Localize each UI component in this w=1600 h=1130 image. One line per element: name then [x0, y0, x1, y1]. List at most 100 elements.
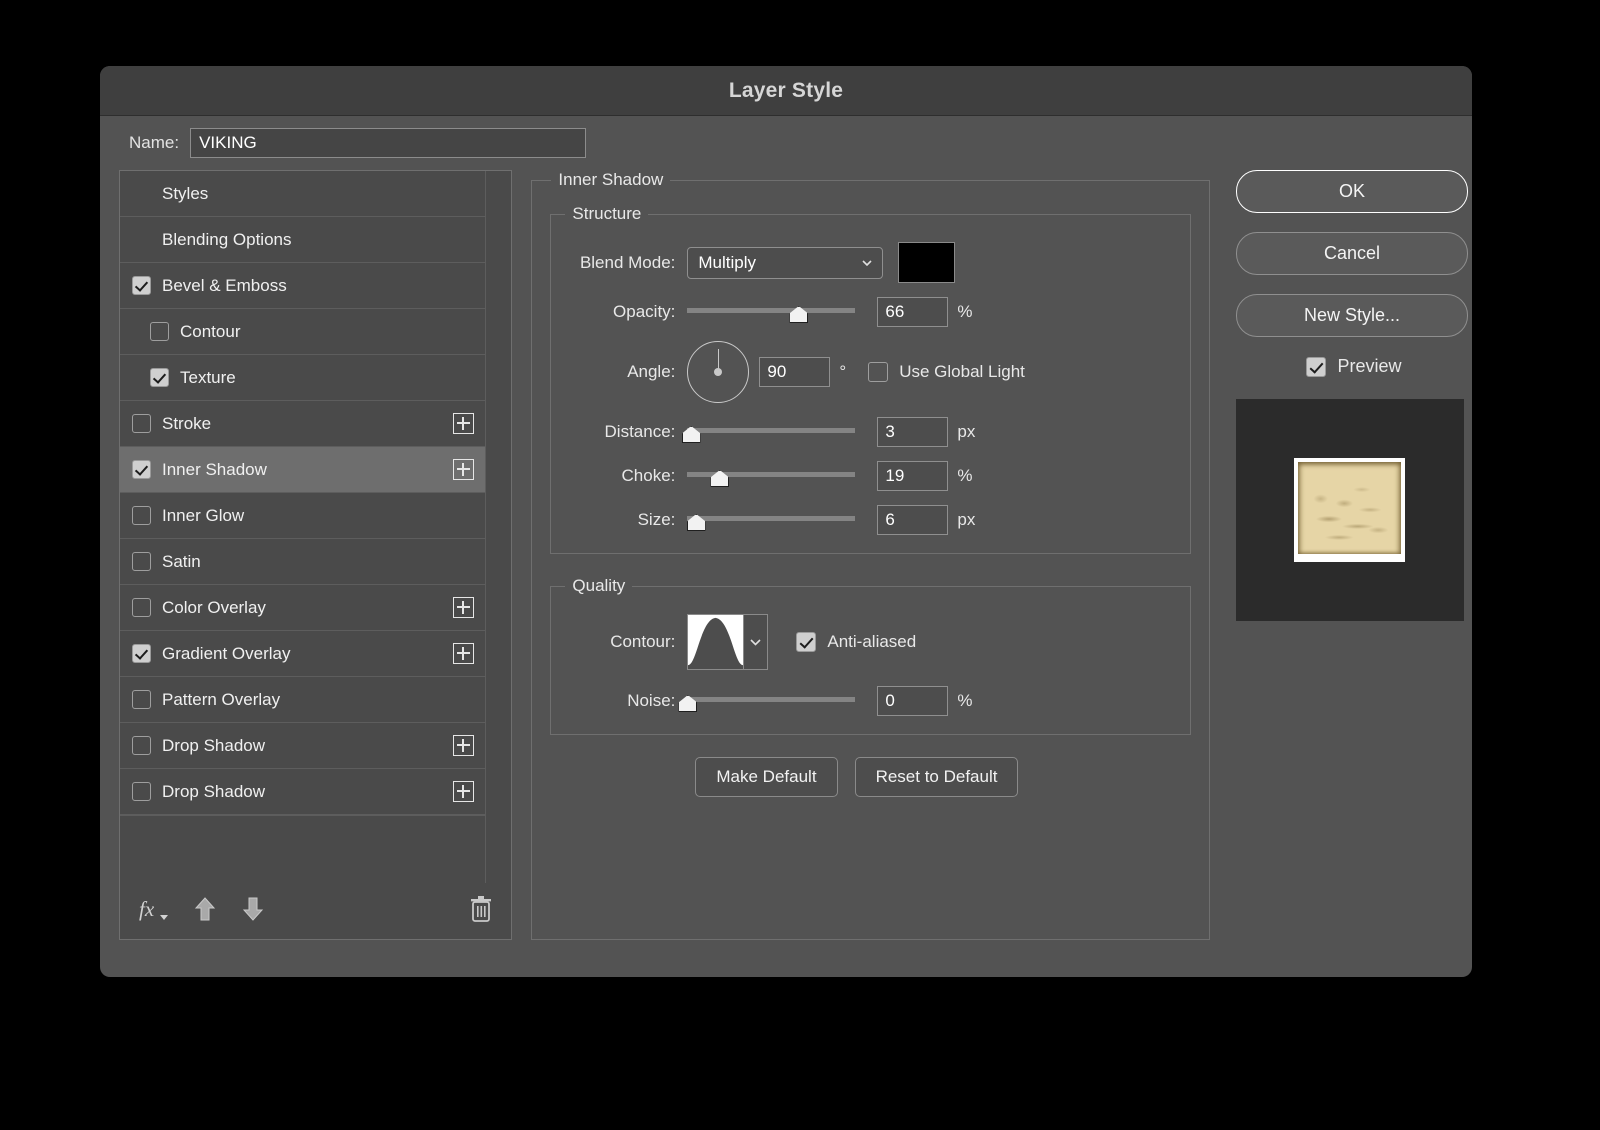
add-effect-plus-icon[interactable] — [453, 459, 475, 480]
choke-input[interactable] — [877, 461, 949, 491]
ok-button[interactable]: OK — [1235, 170, 1468, 213]
effect-enable-checkbox[interactable] — [132, 690, 151, 709]
effect-label: Stroke — [162, 413, 212, 433]
preview-box — [1235, 399, 1464, 621]
noise-input[interactable] — [877, 686, 949, 716]
angle-input[interactable] — [759, 357, 831, 387]
angle-label: Angle: — [627, 362, 676, 381]
arrow-down-icon[interactable] — [242, 896, 264, 927]
size-slider-track — [687, 516, 856, 521]
choke-unit: % — [957, 466, 973, 485]
effect-label: Inner Glow — [162, 505, 245, 525]
contour-picker[interactable] — [687, 614, 769, 670]
defaults-button-row: Make Default Reset to Default — [550, 757, 1191, 797]
size-label: Size: — [637, 510, 676, 529]
effect-enable-checkbox[interactable] — [132, 782, 151, 801]
choke-label: Choke: — [621, 466, 676, 485]
add-effect-plus-icon[interactable] — [453, 643, 475, 664]
opacity-label: Opacity: — [613, 302, 676, 321]
distance-input[interactable] — [877, 417, 949, 447]
preview-checkbox[interactable] — [1306, 356, 1327, 377]
new-style-button[interactable]: New Style... — [1235, 294, 1468, 337]
preview-thumbnail — [1294, 458, 1406, 562]
effect-row-satin[interactable]: Satin — [120, 539, 486, 585]
angle-unit: ° — [839, 362, 847, 381]
shadow-color-swatch[interactable] — [898, 242, 956, 283]
size-input[interactable] — [877, 505, 949, 535]
effect-enable-checkbox[interactable] — [132, 414, 151, 433]
contour-thumbnail[interactable] — [687, 614, 745, 670]
effect-enable-checkbox[interactable] — [132, 736, 151, 755]
effect-enable-checkbox[interactable] — [132, 552, 151, 571]
effect-row-drop-shadow[interactable]: Drop Shadow — [120, 723, 486, 769]
preview-label: Preview — [1337, 356, 1402, 376]
opacity-unit: % — [957, 302, 973, 321]
effects-column: Styles Blending Options Bevel & Emboss Cont… — [119, 170, 513, 940]
effect-row-contour[interactable]: Contour — [120, 309, 486, 355]
size-unit: px — [957, 510, 976, 529]
effect-enable-checkbox[interactable] — [150, 368, 169, 387]
blend-mode-select[interactable]: Multiply — [687, 246, 884, 279]
quality-legend: Quality — [572, 576, 626, 595]
settings-column: Inner Shadow Structure Blend Mode: Multi… — [531, 170, 1210, 940]
effects-list-wrap: Styles Blending Options Bevel & Emboss Cont… — [120, 171, 512, 883]
effect-enable-checkbox[interactable] — [132, 460, 151, 479]
opacity-row: Opacity: % — [551, 297, 1176, 327]
effect-enable-checkbox[interactable] — [150, 322, 169, 341]
effects-list[interactable]: Styles Blending Options Bevel & Emboss Cont… — [120, 171, 486, 883]
layer-name-input[interactable] — [190, 128, 587, 158]
effect-row-inner-glow[interactable]: Inner Glow — [120, 493, 486, 539]
contour-dropdown-button[interactable] — [744, 614, 769, 670]
anti-aliased-checkbox[interactable] — [796, 632, 817, 652]
fx-icon[interactable]: fx — [138, 895, 168, 928]
effect-enable-checkbox[interactable] — [132, 644, 151, 663]
reset-to-default-button[interactable]: Reset to Default — [854, 757, 1019, 797]
effect-row-texture[interactable]: Texture — [120, 355, 486, 401]
use-global-light-checkbox[interactable] — [868, 362, 889, 382]
add-effect-plus-icon[interactable] — [453, 735, 475, 756]
effect-enable-checkbox[interactable] — [132, 276, 151, 295]
effect-row-gradient-overlay[interactable]: Gradient Overlay — [120, 631, 486, 677]
effect-label: Contour — [180, 321, 241, 341]
contour-curve — [688, 617, 744, 669]
choke-slider[interactable] — [687, 465, 856, 487]
effect-row-blending-options[interactable]: Blending Options — [120, 217, 486, 263]
arrow-up-icon[interactable] — [194, 896, 216, 927]
trash-icon[interactable] — [469, 895, 493, 928]
effect-label: Blending Options — [162, 229, 292, 249]
use-global-light-label: Use Global Light — [899, 362, 1025, 381]
effect-row-pattern-overlay[interactable]: Pattern Overlay — [120, 677, 486, 723]
angle-dial[interactable] — [687, 341, 750, 403]
add-effect-plus-icon[interactable] — [453, 413, 475, 434]
distance-slider[interactable] — [681, 421, 856, 443]
opacity-slider[interactable] — [687, 301, 856, 323]
size-row: Size: px — [551, 505, 1176, 535]
effect-row-styles[interactable]: Styles — [120, 171, 486, 217]
distance-row: Distance: px — [551, 417, 1176, 447]
effect-row-inner-shadow[interactable]: Inner Shadow — [120, 447, 486, 493]
effect-enable-checkbox[interactable] — [132, 506, 151, 525]
add-effect-plus-icon[interactable] — [453, 597, 475, 618]
actions-column: OK Cancel New Style... Preview — [1235, 170, 1472, 940]
effects-list-empty-area — [120, 815, 486, 816]
anti-aliased-label: Anti-aliased — [827, 632, 917, 651]
effect-label: Color Overlay — [162, 597, 266, 617]
noise-slider[interactable] — [678, 690, 856, 712]
preview-row: Preview — [1236, 356, 1472, 377]
size-slider[interactable] — [686, 509, 856, 531]
make-default-button[interactable]: Make Default — [695, 757, 838, 797]
effects-list-scrollbar[interactable] — [485, 171, 512, 883]
effect-row-stroke[interactable]: Stroke — [120, 401, 486, 447]
effect-row-color-overlay[interactable]: Color Overlay — [120, 585, 486, 631]
effect-label: Drop Shadow — [162, 735, 266, 755]
effect-enable-checkbox[interactable] — [132, 598, 151, 617]
effect-row-bevel-emboss[interactable]: Bevel & Emboss — [120, 263, 486, 309]
opacity-input[interactable] — [877, 297, 949, 327]
add-effect-plus-icon[interactable] — [453, 781, 475, 802]
dialog-titlebar: Layer Style — [100, 66, 1472, 116]
effect-label: Satin — [162, 551, 201, 571]
layer-style-dialog: Layer Style Name: Styles Blending Options… — [100, 66, 1472, 977]
cancel-button[interactable]: Cancel — [1235, 232, 1468, 275]
distance-label: Distance: — [604, 422, 676, 441]
effect-row-drop-shadow[interactable]: Drop Shadow — [120, 769, 486, 815]
